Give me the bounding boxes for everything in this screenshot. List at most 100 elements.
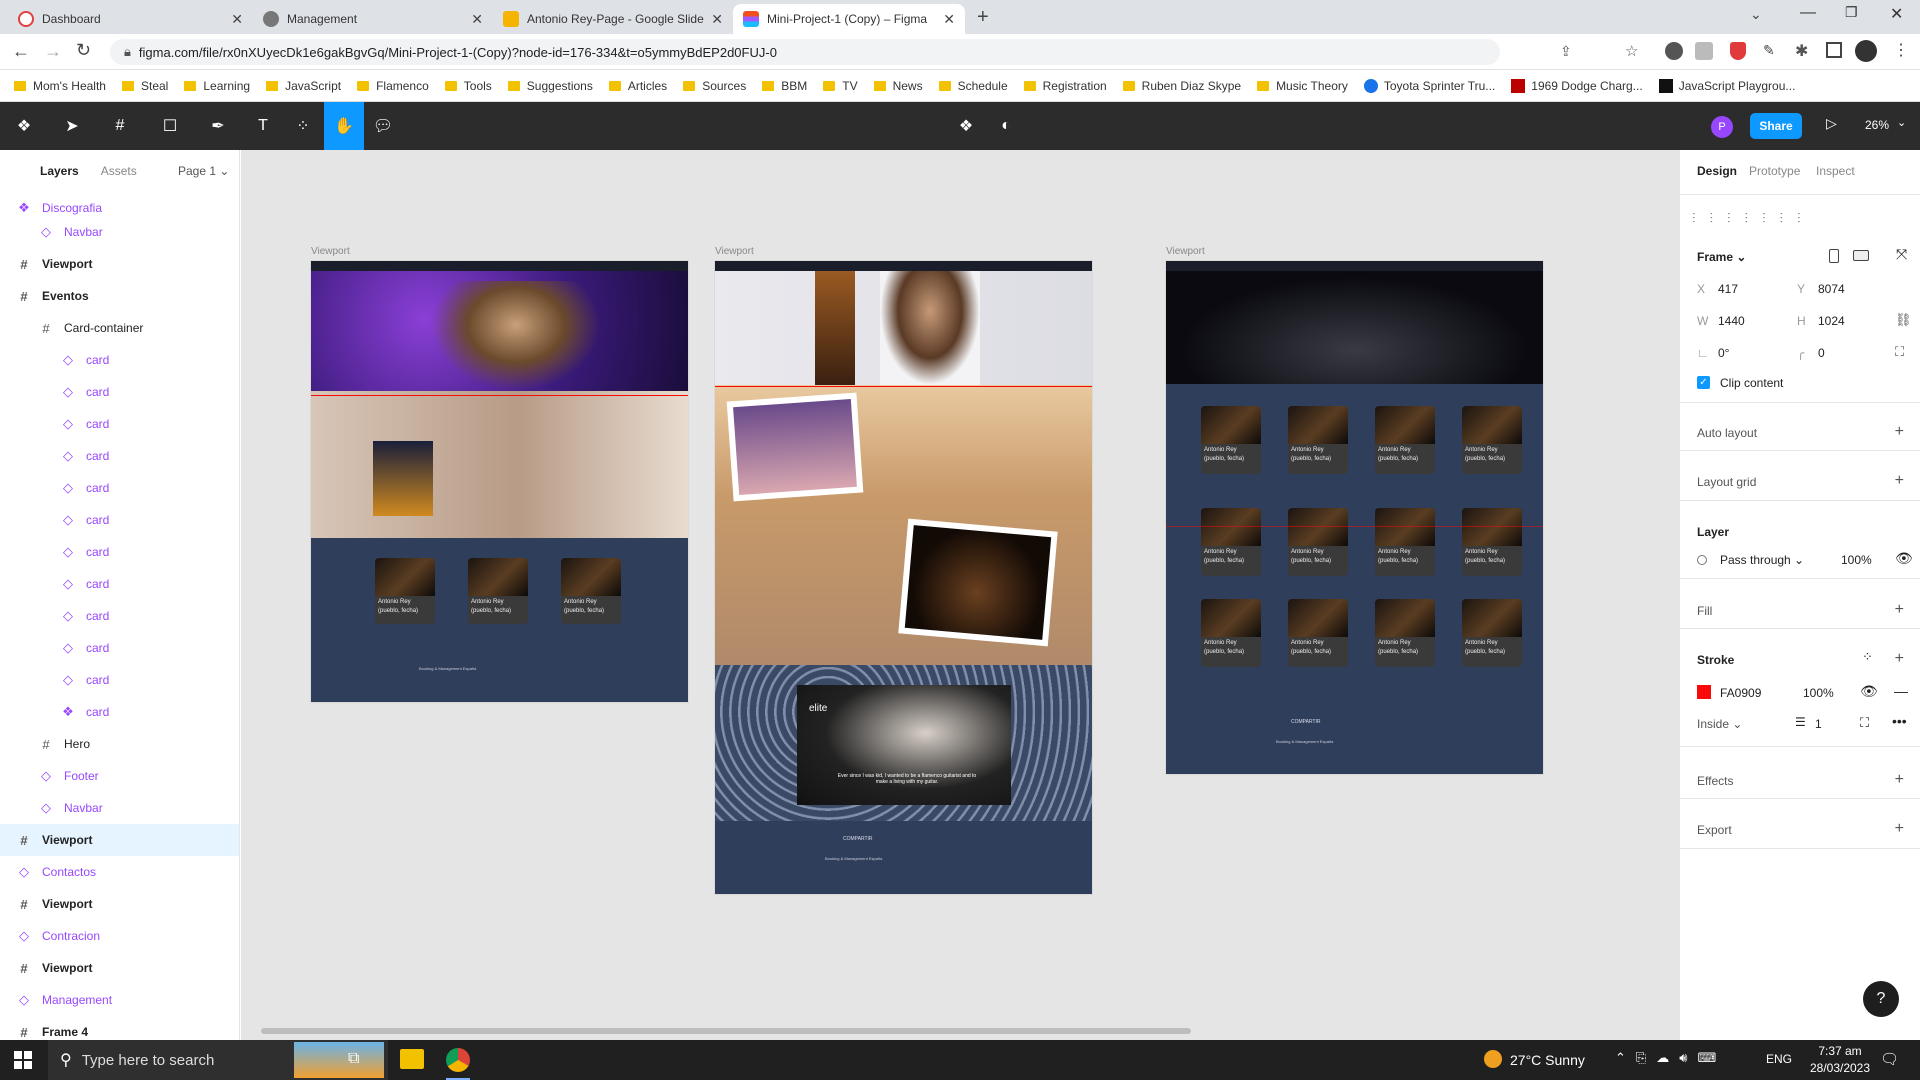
auto-layout-title[interactable]: Auto layout	[1697, 426, 1757, 440]
event-card[interactable]: Antonio Rey (pueblo, fecha)	[1375, 508, 1435, 576]
contrast-icon[interactable]: ◐	[986, 102, 1026, 150]
landscape-icon[interactable]	[1853, 250, 1869, 261]
tab-inspect[interactable]: Inspect	[1816, 164, 1855, 178]
frame-discografia[interactable]: elite Ever since I was kid, I wanted to …	[715, 261, 1092, 894]
radius-input[interactable]: 0	[1818, 346, 1825, 360]
tab-google-slides[interactable]: Antonio Rey-Page - Google Slide ✕	[493, 4, 733, 34]
horizontal-scrollbar[interactable]	[261, 1028, 1191, 1034]
bookmark-item[interactable]: Learning	[184, 79, 250, 93]
present-play-icon[interactable]: ▷	[1826, 115, 1837, 132]
task-view-icon[interactable]: ⧉	[348, 1050, 359, 1068]
layer-row[interactable]: # Hero	[0, 728, 239, 760]
bookmark-item[interactable]: Suggestions	[507, 79, 593, 93]
layer-row[interactable]: ❖ card	[0, 696, 239, 728]
bookmark-item[interactable]: JavaScript Playgrou...	[1658, 78, 1795, 93]
puzzle-extensions-icon[interactable]: ✱	[1795, 41, 1808, 61]
bookmark-item[interactable]: 1969 Dodge Charg...	[1511, 78, 1643, 93]
kebab-menu-icon[interactable]: ⋮	[1893, 40, 1909, 60]
remove-stroke-minus-icon[interactable]: —	[1894, 683, 1908, 699]
layer-row[interactable]: ◇ Navbar	[0, 792, 239, 824]
window-close-icon[interactable]: ✕	[1890, 4, 1903, 24]
bookmark-item[interactable]: BBM	[762, 79, 807, 93]
event-card[interactable]: Antonio Rey (pueblo, fecha)	[1288, 599, 1348, 667]
height-input[interactable]: 1024	[1818, 314, 1845, 328]
layer-row[interactable]: ◇ Contactos	[0, 856, 239, 888]
resources-tool-icon[interactable]: ⁘	[283, 102, 323, 150]
y-input[interactable]: 8074	[1818, 282, 1845, 296]
tab-prototype[interactable]: Prototype	[1749, 164, 1800, 178]
frame-label[interactable]: Viewport	[1166, 246, 1205, 257]
tab-figma[interactable]: Mini-Project-1 (Copy) – Figma ✕	[733, 4, 965, 34]
tab-assets[interactable]: Assets	[101, 164, 137, 178]
back-arrow-icon[interactable]: ←	[12, 41, 30, 62]
share-button[interactable]: Share	[1750, 113, 1802, 139]
layer-row[interactable]: ◇ card	[0, 568, 239, 600]
add-layout-grid-plus-icon[interactable]: +	[1895, 472, 1904, 490]
export-title[interactable]: Export	[1697, 823, 1732, 837]
bookmark-item[interactable]: Registration	[1023, 79, 1107, 93]
close-icon[interactable]: ✕	[231, 11, 243, 28]
system-tray-icons[interactable]: ⌃⎘☁🔊︎⌨	[1615, 1050, 1726, 1066]
tab-layers[interactable]: Layers	[40, 164, 79, 178]
advanced-stroke-more-icon[interactable]: •••	[1892, 713, 1907, 729]
clock-date[interactable]: 28/03/2023	[1806, 1061, 1874, 1075]
notifications-icon[interactable]: 🗨︎	[1880, 1050, 1899, 1068]
bookmark-item[interactable]: TV	[823, 79, 858, 93]
width-input[interactable]: 1440	[1718, 314, 1745, 328]
move-tool-icon[interactable]: ➤	[52, 102, 92, 150]
layer-row[interactable]: # Frame 4	[0, 1016, 239, 1040]
frame-viewport[interactable]: Antonio Rey (pueblo, fecha) Antonio Rey (…	[1166, 261, 1543, 774]
weather-text[interactable]: 27°C Sunny	[1510, 1052, 1585, 1068]
x-input[interactable]: 417	[1718, 282, 1738, 296]
chrome-icon[interactable]	[446, 1048, 470, 1072]
hand-tool-icon[interactable]: ✋	[324, 102, 364, 150]
bookmark-item[interactable]: Ruben Diaz Skype	[1122, 79, 1241, 93]
tab-dashboard[interactable]: Dashboard ✕	[8, 4, 253, 34]
layer-row[interactable]: # Viewport	[0, 248, 239, 280]
event-card[interactable]: Antonio Rey (pueblo, fecha)	[375, 558, 435, 624]
pen-tool-icon[interactable]: ✒	[198, 102, 238, 150]
add-stroke-plus-icon[interactable]: +	[1895, 650, 1904, 668]
event-card[interactable]: Antonio Rey (pueblo, fecha)	[468, 558, 528, 624]
align-tools-icon[interactable]: ⫶⫶⫶⫶⫶⫶⫶	[1692, 210, 1815, 227]
stroke-opacity-input[interactable]: 100%	[1803, 686, 1834, 700]
layer-row[interactable]: ◇ card	[0, 472, 239, 504]
bookmark-item[interactable]: Articles	[608, 79, 667, 93]
stroke-position-select[interactable]: Inside ⌄	[1697, 717, 1742, 731]
add-fill-plus-icon[interactable]: +	[1895, 601, 1904, 619]
close-icon[interactable]: ✕	[711, 11, 723, 28]
event-card[interactable]: Antonio Rey (pueblo, fecha)	[1288, 508, 1348, 576]
restore-icon[interactable]: ❐	[1845, 4, 1858, 21]
stroke-color-swatch[interactable]	[1697, 685, 1711, 699]
bookmark-item[interactable]: Flamenco	[357, 79, 429, 93]
taskbar-search-box[interactable]: ⚲ Type here to search	[48, 1040, 388, 1080]
clock-time[interactable]: 7:37 am	[1810, 1044, 1870, 1058]
layer-row[interactable]: # Viewport	[0, 824, 239, 856]
add-export-plus-icon[interactable]: +	[1895, 820, 1904, 838]
eye-visibility-icon[interactable]: 👁︎	[1860, 683, 1878, 700]
forward-arrow-icon[interactable]: →	[44, 41, 62, 62]
stroke-color-hex[interactable]: FA0909	[1720, 686, 1761, 700]
bookmark-star-icon[interactable]: ☆	[1625, 42, 1638, 60]
event-card[interactable]: Antonio Rey (pueblo, fecha)	[1201, 599, 1261, 667]
user-avatar[interactable]: P	[1711, 116, 1733, 138]
event-card[interactable]: Antonio Rey (pueblo, fecha)	[1375, 599, 1435, 667]
portrait-icon[interactable]	[1829, 249, 1839, 263]
tab-search-chevron-icon[interactable]: ⌄	[1750, 6, 1762, 23]
new-tab-plus-icon[interactable]: +	[977, 6, 989, 29]
frame-eventos[interactable]: Antonio Rey (pueblo, fecha) Antonio Rey …	[311, 261, 688, 702]
resize-to-fit-icon[interactable]: ⤧	[1896, 246, 1907, 263]
layer-row[interactable]: ◇ card	[0, 632, 239, 664]
layer-row[interactable]: ◇ card	[0, 344, 239, 376]
minimize-icon[interactable]: —	[1800, 4, 1816, 22]
zoom-level[interactable]: 26%	[1865, 118, 1889, 132]
stroke-weight-input[interactable]: 1	[1815, 717, 1822, 731]
layer-row[interactable]: ◇ card	[0, 664, 239, 696]
bookmark-item[interactable]: Tools	[444, 79, 492, 93]
bookmark-item[interactable]: Sources	[683, 79, 746, 93]
layer-opacity-input[interactable]: 100%	[1841, 553, 1872, 567]
layer-row[interactable]: ◇ Management	[0, 984, 239, 1016]
frame-label[interactable]: Viewport	[715, 246, 754, 257]
event-card[interactable]: Antonio Rey (pueblo, fecha)	[1288, 406, 1348, 474]
event-card[interactable]: Antonio Rey (pueblo, fecha)	[1201, 508, 1261, 576]
